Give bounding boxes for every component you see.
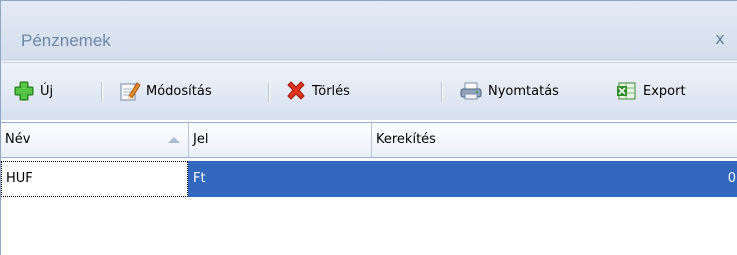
currencies-window: Pénznemek x Új Módosítás Törlés Nyomtatá… [0, 0, 737, 255]
column-header-label: Név [5, 132, 31, 147]
delete-button-label: Törlés [312, 83, 350, 99]
table-row[interactable]: HUF Ft 0 [1, 161, 737, 197]
export-button[interactable]: Export [616, 80, 686, 102]
new-button-label: Új [40, 83, 54, 99]
grid-header: Név Jel Kerekítés [1, 122, 737, 158]
close-button[interactable]: x [710, 29, 730, 49]
edit-button-label: Módosítás [146, 83, 212, 99]
toolbar-separator [441, 82, 443, 102]
window-titlebar: Pénznemek x [1, 1, 737, 61]
edit-document-icon [120, 82, 141, 101]
print-button[interactable]: Nyomtatás [459, 80, 559, 102]
cell-kerekites[interactable]: 0 [372, 161, 736, 197]
export-button-label: Export [643, 83, 686, 99]
plus-icon [14, 81, 34, 101]
new-button[interactable]: Új [13, 80, 53, 102]
toolbar-separator [268, 82, 270, 102]
edit-button[interactable]: Módosítás [119, 80, 212, 102]
column-header-kerekites[interactable]: Kerekítés [372, 123, 737, 157]
print-button-label: Nyomtatás [488, 83, 559, 99]
column-header-label: Jel [193, 132, 209, 147]
toolbar: Új Módosítás Törlés Nyomtatás Export [1, 62, 737, 120]
column-header-label: Kerekítés [376, 132, 436, 147]
toolbar-separator [101, 82, 103, 102]
excel-icon [617, 82, 636, 100]
delete-x-icon [287, 81, 305, 100]
column-header-nev[interactable]: Név [1, 123, 189, 157]
printer-icon [460, 82, 482, 100]
cell-nev[interactable]: HUF [1, 161, 188, 197]
window-title: Pénznemek [21, 31, 111, 50]
cell-jel[interactable]: Ft [189, 161, 372, 197]
sort-ascending-icon [168, 137, 180, 143]
delete-button[interactable]: Törlés [285, 80, 350, 102]
column-header-jel[interactable]: Jel [189, 123, 372, 157]
